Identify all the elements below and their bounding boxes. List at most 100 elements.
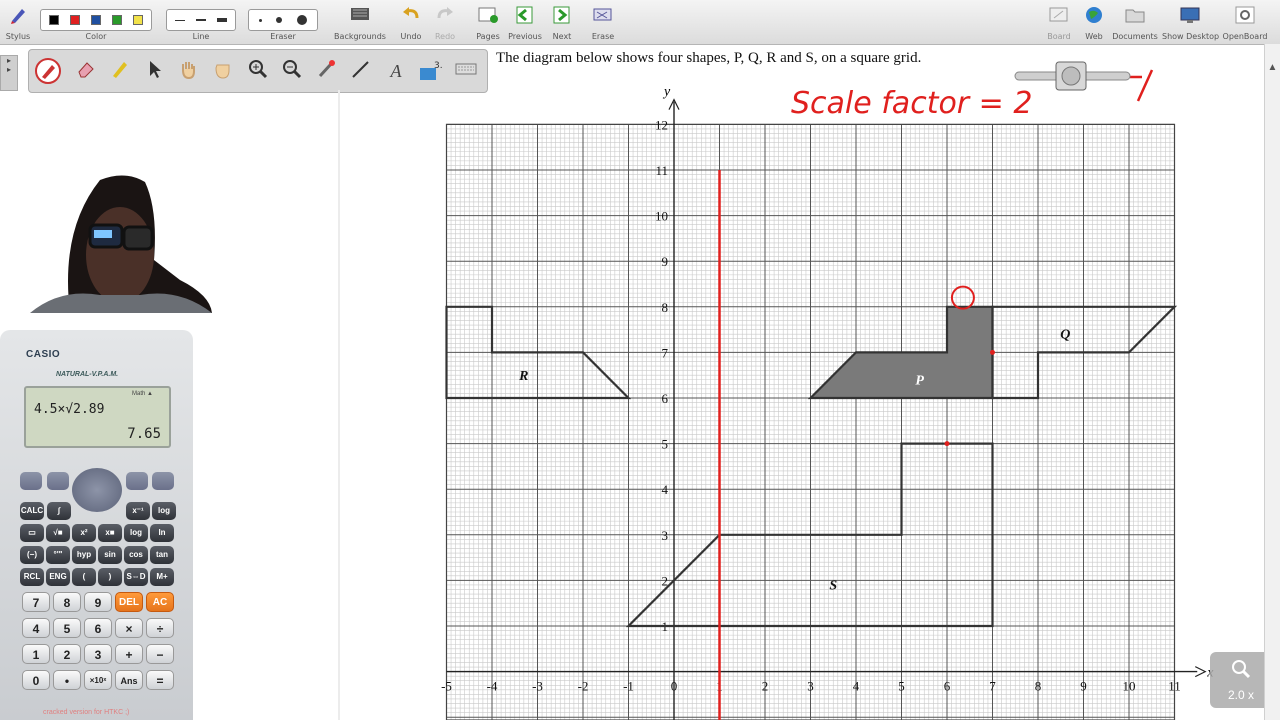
open-paren-key[interactable]: ( xyxy=(72,568,96,586)
web-button[interactable]: Web xyxy=(1080,3,1108,43)
hand-icon[interactable] xyxy=(175,58,201,84)
axis-ticks: -5 -4 -3 -2 -1 0 1 2 3 4 5 6 7 8 9 10 11121110987654321 xyxy=(441,117,1181,693)
zoom-out-icon[interactable] xyxy=(279,58,305,84)
digit-8-key[interactable]: 8 xyxy=(53,592,81,612)
scroll-up-icon[interactable]: ▲ xyxy=(1265,62,1280,73)
keyboard-icon[interactable] xyxy=(453,58,479,84)
multiply-key[interactable]: × xyxy=(115,618,143,638)
digit-5-key[interactable]: 5 xyxy=(53,618,81,638)
x-tick-label: 4 xyxy=(853,679,860,694)
hyp-key[interactable]: hyp xyxy=(72,546,96,564)
del-key[interactable]: DEL xyxy=(115,592,143,612)
cos-key[interactable]: cos xyxy=(124,546,148,564)
close-paren-key[interactable]: ) xyxy=(98,568,122,586)
color-yellow-swatch[interactable] xyxy=(132,15,143,25)
color-red-swatch[interactable] xyxy=(70,15,81,25)
log-base-key[interactable]: log xyxy=(152,502,176,520)
left-panel-grip[interactable]: ▸ ▸ xyxy=(0,55,18,91)
zoom-indicator[interactable]: 2.0 x xyxy=(1210,652,1272,708)
sin-key[interactable]: sin xyxy=(98,546,122,564)
erase-button[interactable]: Erase xyxy=(588,3,618,43)
exp-key[interactable]: ×10ˣ xyxy=(84,670,112,690)
right-scrollbar[interactable]: ▲ xyxy=(1264,44,1280,720)
ac-key[interactable]: AC xyxy=(146,592,174,612)
color-blue-swatch[interactable] xyxy=(90,15,101,25)
m-plus-key[interactable]: M+ xyxy=(150,568,174,586)
power-key[interactable]: x■ xyxy=(98,524,122,542)
zoom-in-icon[interactable] xyxy=(245,58,271,84)
tan-key[interactable]: tan xyxy=(150,546,174,564)
eraser-icon[interactable] xyxy=(73,58,99,84)
line-thick-option[interactable] xyxy=(216,18,227,22)
digit-9-key[interactable]: 9 xyxy=(84,592,112,612)
eraser-medium-option[interactable] xyxy=(276,17,283,23)
shift-key[interactable] xyxy=(20,472,42,490)
calculator-subtitle: NATURAL-V.P.A.M. xyxy=(56,371,119,378)
previous-button[interactable]: Previous xyxy=(508,3,542,43)
x-tick-label: -2 xyxy=(578,679,589,694)
rcl-key[interactable]: RCL xyxy=(20,568,44,586)
pointer-icon[interactable] xyxy=(141,58,167,84)
openboard-menu-button[interactable]: OpenBoard xyxy=(1222,3,1268,43)
backgrounds-button[interactable]: Backgrounds xyxy=(334,3,386,43)
next-button[interactable]: Next xyxy=(548,3,576,43)
line-icon[interactable] xyxy=(347,58,373,84)
stylus-button[interactable]: Stylus xyxy=(4,3,32,43)
text-icon[interactable]: A xyxy=(383,58,409,84)
sqrt-key[interactable]: √■ xyxy=(46,524,70,542)
alpha-key[interactable] xyxy=(47,472,69,490)
mode-key[interactable] xyxy=(126,472,148,490)
folder-icon xyxy=(1124,5,1146,30)
s-to-d-key[interactable]: S⇔D xyxy=(124,568,148,586)
x-tick-label: 8 xyxy=(1035,679,1042,694)
equals-key[interactable]: = xyxy=(146,670,174,690)
on-key[interactable] xyxy=(152,472,174,490)
marker-icon[interactable] xyxy=(107,58,133,84)
color-black-swatch[interactable] xyxy=(49,15,60,25)
board-icon xyxy=(1048,5,1070,30)
digit-3-key[interactable]: 3 xyxy=(84,644,112,664)
eraser-large-option[interactable] xyxy=(296,15,307,25)
minus-key[interactable]: − xyxy=(146,644,174,664)
calculator-dpad[interactable] xyxy=(72,468,122,512)
calc-key[interactable]: CALC xyxy=(20,502,44,520)
integral-key[interactable]: ∫ xyxy=(47,502,71,520)
ln-key[interactable]: ln xyxy=(150,524,174,542)
undo-button[interactable]: Undo xyxy=(398,3,424,43)
webcam-video xyxy=(30,170,212,313)
ans-key[interactable]: Ans xyxy=(115,670,143,690)
show-desktop-button[interactable]: Show Desktop xyxy=(1162,3,1219,43)
board-button[interactable]: Board xyxy=(1044,3,1074,43)
laser-icon[interactable] xyxy=(313,58,339,84)
documents-button[interactable]: Documents xyxy=(1112,3,1158,43)
plus-key[interactable]: + xyxy=(115,644,143,664)
eng-key[interactable]: ENG xyxy=(46,568,70,586)
capture-icon[interactable]: 3. xyxy=(417,58,443,84)
digit-0-key[interactable]: 0 xyxy=(22,670,50,690)
inverse-key[interactable]: x⁻¹ xyxy=(126,502,150,520)
digit-4-key[interactable]: 4 xyxy=(22,618,50,638)
decimal-key[interactable]: • xyxy=(53,670,81,690)
line-medium-option[interactable] xyxy=(195,19,206,21)
log-key[interactable]: log xyxy=(124,524,148,542)
digit-6-key[interactable]: 6 xyxy=(84,618,112,638)
digit-1-key[interactable]: 1 xyxy=(22,644,50,664)
pen-icon[interactable] xyxy=(35,58,61,84)
redo-button[interactable]: Redo xyxy=(432,3,458,43)
degrees-key[interactable]: °'" xyxy=(46,546,70,564)
eraser-small-option[interactable] xyxy=(259,18,263,22)
stylus-icon xyxy=(8,5,28,30)
x-tick-label: 9 xyxy=(1080,679,1087,694)
pages-button[interactable]: Pages xyxy=(474,3,502,43)
negative-key[interactable]: (−) xyxy=(20,546,44,564)
color-green-swatch[interactable] xyxy=(111,15,122,25)
grab-icon[interactable] xyxy=(209,58,235,84)
digit-2-key[interactable]: 2 xyxy=(53,644,81,664)
square-key[interactable]: x² xyxy=(72,524,96,542)
line-thin-option[interactable] xyxy=(175,19,186,21)
globe-icon xyxy=(1083,5,1105,30)
digit-7-key[interactable]: 7 xyxy=(22,592,50,612)
divide-key[interactable]: ÷ xyxy=(146,618,174,638)
pages-icon xyxy=(477,5,499,30)
fraction-key[interactable]: ▭ xyxy=(20,524,44,542)
